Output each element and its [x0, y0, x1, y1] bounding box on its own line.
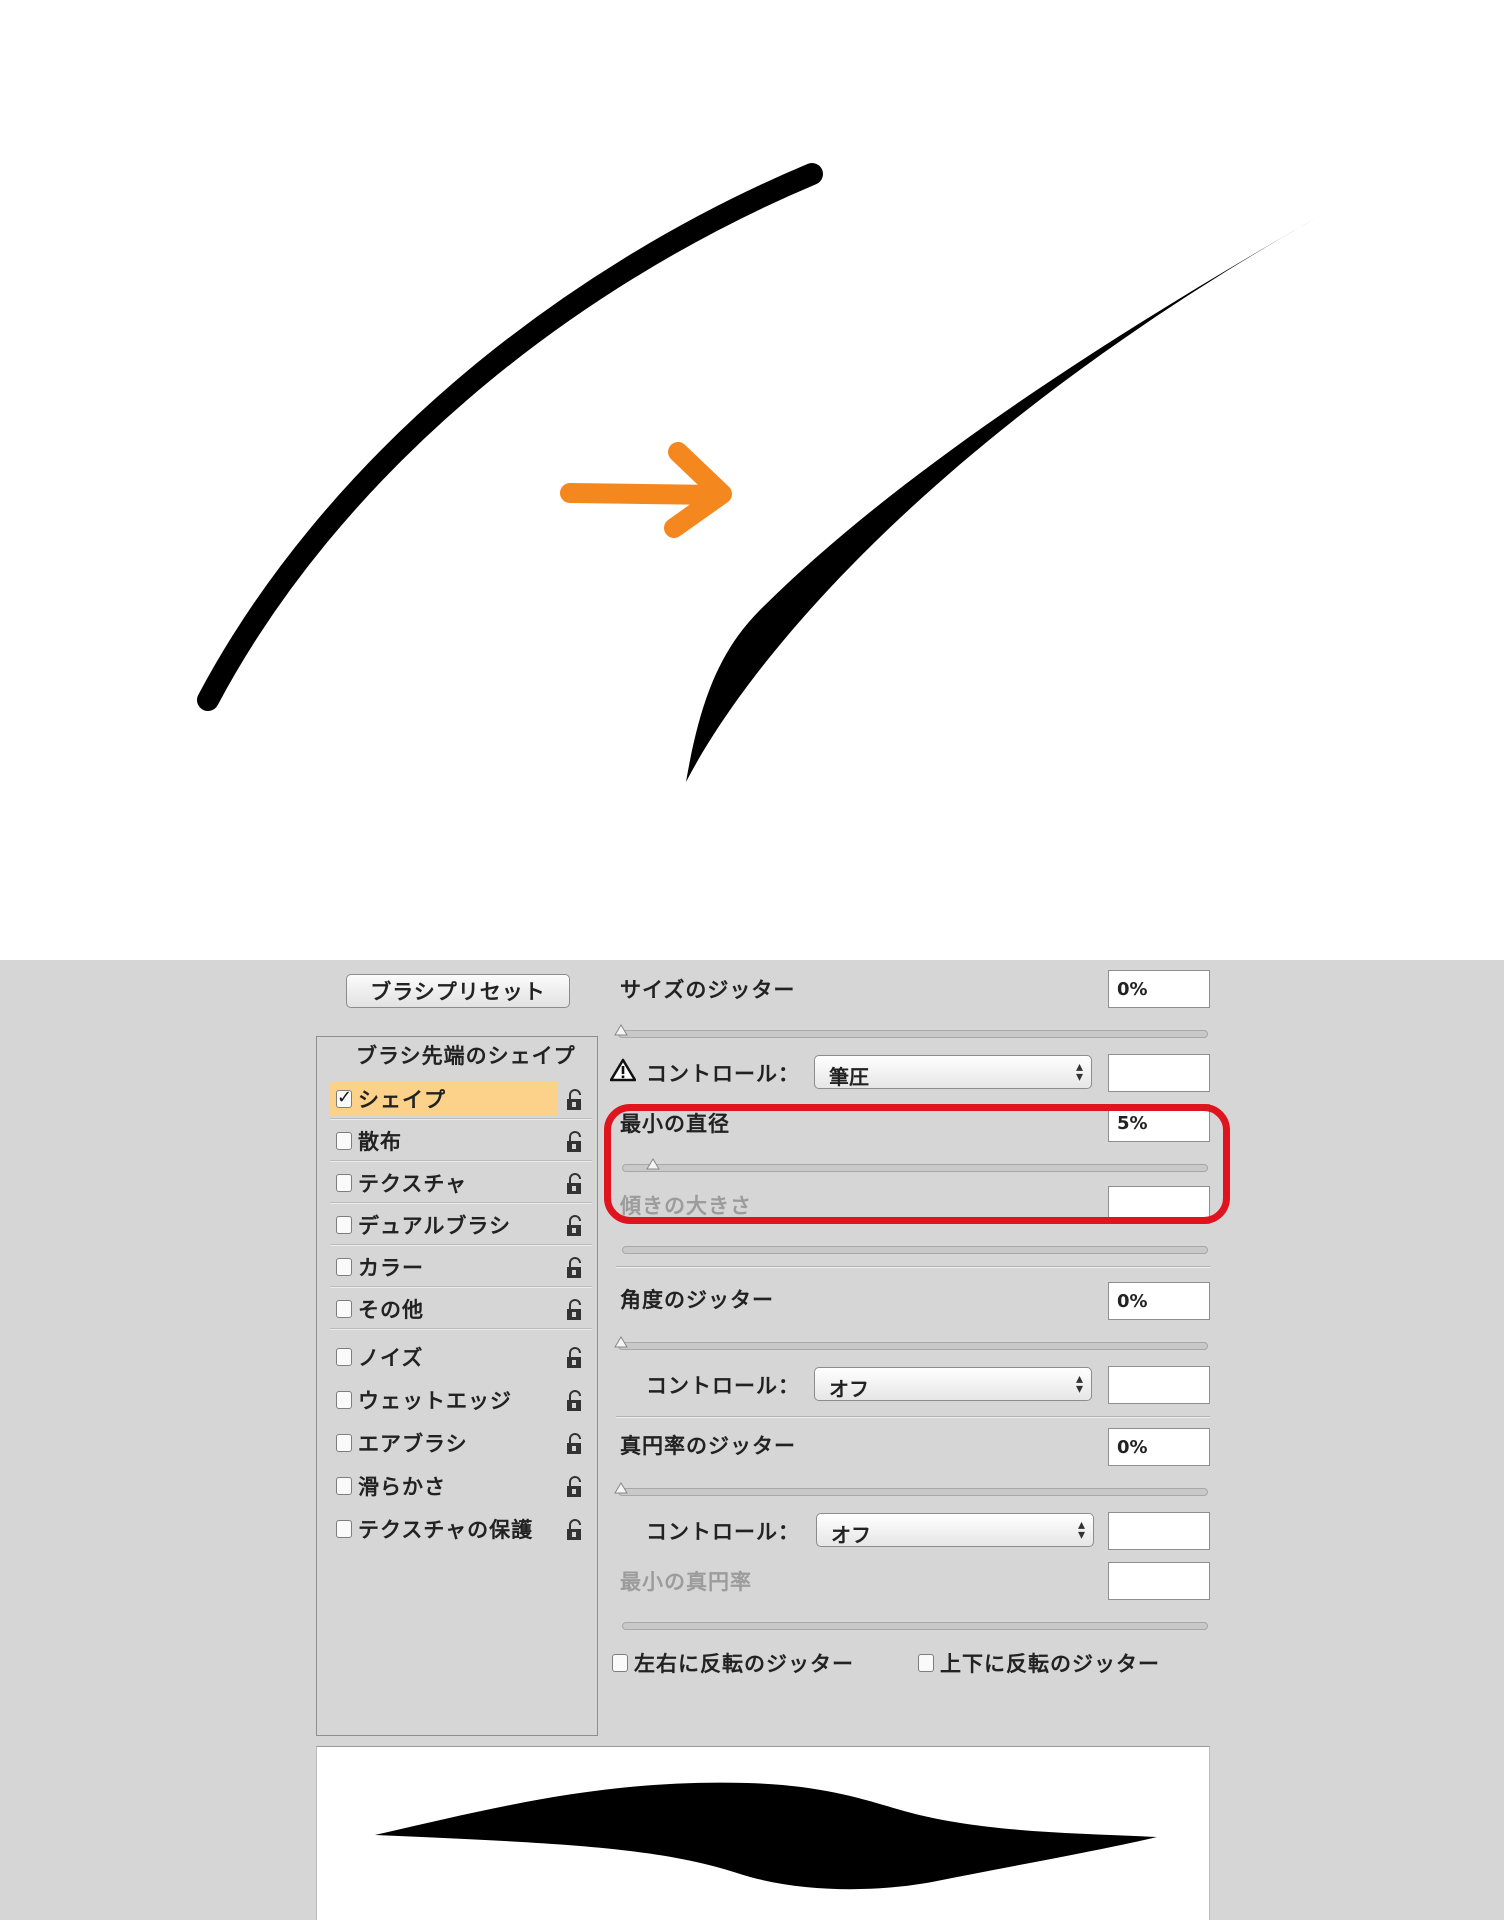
angle-jitter-slider-thumb[interactable] [614, 1336, 628, 1348]
angle-control-value: オフ [829, 1377, 869, 1401]
noise-checkbox[interactable] [336, 1348, 352, 1366]
transfer-checkbox[interactable] [336, 1300, 352, 1318]
section-divider [616, 1266, 1210, 1268]
size-control-value: 筆圧 [829, 1065, 869, 1089]
dual-brush-checkbox[interactable] [336, 1216, 352, 1234]
lock-icon[interactable] [564, 1173, 586, 1195]
size-jitter-slider[interactable] [618, 1030, 1208, 1038]
size-control-label: コントロール： [646, 1062, 800, 1086]
list-item-noise[interactable]: ノイズ [330, 1338, 592, 1376]
size-jitter-label: サイズのジッター [620, 978, 796, 1002]
list-item-label: デュアルブラシ [358, 1214, 511, 1238]
lock-icon[interactable] [564, 1390, 586, 1412]
brush-preset-button[interactable]: ブラシプリセット [346, 974, 570, 1008]
list-item-label: テクスチャの保護 [358, 1518, 534, 1542]
stroke-comparison-canvas [0, 0, 1504, 960]
list-item-airbrush[interactable]: エアブラシ [330, 1424, 592, 1462]
list-item-label: テクスチャ [358, 1172, 468, 1196]
angle-jitter-label: 角度のジッター [620, 1288, 774, 1312]
list-item-shape-dynamics[interactable]: ✓ シェイプ [330, 1080, 592, 1120]
flip-x-jitter-checkbox[interactable] [612, 1654, 628, 1672]
list-item-label: 散布 [358, 1130, 402, 1154]
angle-control-label: コントロール： [646, 1374, 800, 1398]
angle-control-field[interactable] [1108, 1366, 1210, 1404]
flip-y-jitter-label: 上下に反転のジッター [940, 1652, 1160, 1676]
list-item-label: ウェットエッジ [358, 1389, 512, 1413]
lock-icon[interactable] [564, 1131, 586, 1153]
warning-icon [610, 1058, 636, 1082]
section-divider [616, 1416, 1210, 1418]
list-item-texture[interactable]: テクスチャ [330, 1164, 592, 1204]
list-item-label: エアブラシ [358, 1432, 468, 1456]
lock-icon[interactable] [564, 1433, 586, 1455]
list-item-label: カラー [358, 1256, 424, 1280]
texture-checkbox[interactable] [336, 1174, 352, 1192]
list-item-color-dynamics[interactable]: カラー [330, 1248, 592, 1288]
lock-icon[interactable] [564, 1347, 586, 1369]
preview-stroke [375, 1782, 1157, 1890]
flip-y-jitter-option[interactable]: 上下に反転のジッター [918, 1648, 1160, 1678]
roundness-jitter-label: 真円率のジッター [620, 1434, 796, 1458]
list-item-dual-brush[interactable]: デュアルブラシ [330, 1206, 592, 1246]
uniform-stroke [197, 163, 823, 711]
min-roundness-slider [622, 1622, 1208, 1630]
roundness-control-label: コントロール： [646, 1520, 800, 1544]
protect-texture-checkbox[interactable] [336, 1520, 352, 1538]
size-jitter-slider-thumb[interactable] [614, 1024, 628, 1036]
lock-icon[interactable] [564, 1089, 586, 1111]
select-arrows-icon: ▴ ▾ [1077, 1517, 1085, 1543]
roundness-control-value: オフ [831, 1523, 871, 1547]
scattering-checkbox[interactable] [336, 1132, 352, 1150]
list-item-protect-texture[interactable]: テクスチャの保護 [330, 1510, 592, 1548]
brush-tip-shape-item[interactable]: ブラシ先端のシェイプ [356, 1040, 576, 1070]
airbrush-checkbox[interactable] [336, 1434, 352, 1452]
flip-y-jitter-checkbox[interactable] [918, 1654, 934, 1672]
list-item-label: ノイズ [358, 1346, 424, 1370]
roundness-jitter-slider-thumb[interactable] [614, 1482, 628, 1494]
flip-x-jitter-label: 左右に反転のジッター [634, 1652, 854, 1676]
arrow-icon [560, 442, 732, 538]
list-item-wet-edges[interactable]: ウェットエッジ [330, 1381, 592, 1419]
select-arrows-icon: ▴ ▾ [1075, 1371, 1083, 1397]
size-jitter-field[interactable]: 0% [1108, 970, 1210, 1008]
list-item-transfer[interactable]: その他 [330, 1290, 592, 1330]
lock-icon[interactable] [564, 1476, 586, 1498]
wet-edges-checkbox[interactable] [336, 1391, 352, 1409]
shape-dynamics-checkbox[interactable]: ✓ [336, 1089, 352, 1108]
list-item-label: 滑らかさ [358, 1475, 446, 1499]
brush-preview [316, 1746, 1210, 1920]
flip-x-jitter-option[interactable]: 左右に反転のジッター [612, 1648, 854, 1678]
list-item-label: シェイプ [358, 1088, 446, 1112]
select-arrows-icon: ▴ ▾ [1075, 1059, 1083, 1085]
angle-jitter-slider[interactable] [618, 1342, 1208, 1350]
size-control-select[interactable]: 筆圧 ▴ ▾ [814, 1055, 1092, 1089]
list-item-label: その他 [358, 1298, 424, 1322]
smoothing-checkbox[interactable] [336, 1477, 352, 1495]
lock-icon[interactable] [564, 1519, 586, 1541]
min-roundness-field [1108, 1562, 1210, 1600]
size-control-field[interactable] [1108, 1054, 1210, 1092]
roundness-control-select[interactable]: オフ ▴ ▾ [816, 1513, 1094, 1547]
lock-icon[interactable] [564, 1299, 586, 1321]
angle-control-select[interactable]: オフ ▴ ▾ [814, 1367, 1092, 1401]
roundness-control-field[interactable] [1108, 1512, 1210, 1550]
lock-icon[interactable] [564, 1215, 586, 1237]
list-item-scattering[interactable]: 散布 [330, 1122, 592, 1162]
roundness-jitter-slider[interactable] [618, 1488, 1208, 1496]
color-dynamics-checkbox[interactable] [336, 1258, 352, 1276]
tilt-scale-slider [622, 1246, 1208, 1254]
highlight-box [604, 1104, 1230, 1224]
tapered-stroke [686, 218, 1316, 782]
min-roundness-label: 最小の真円率 [620, 1570, 752, 1594]
lock-icon[interactable] [564, 1257, 586, 1279]
list-item-smoothing[interactable]: 滑らかさ [330, 1467, 592, 1505]
angle-jitter-field[interactable]: 0% [1108, 1282, 1210, 1320]
roundness-jitter-field[interactable]: 0% [1108, 1428, 1210, 1466]
